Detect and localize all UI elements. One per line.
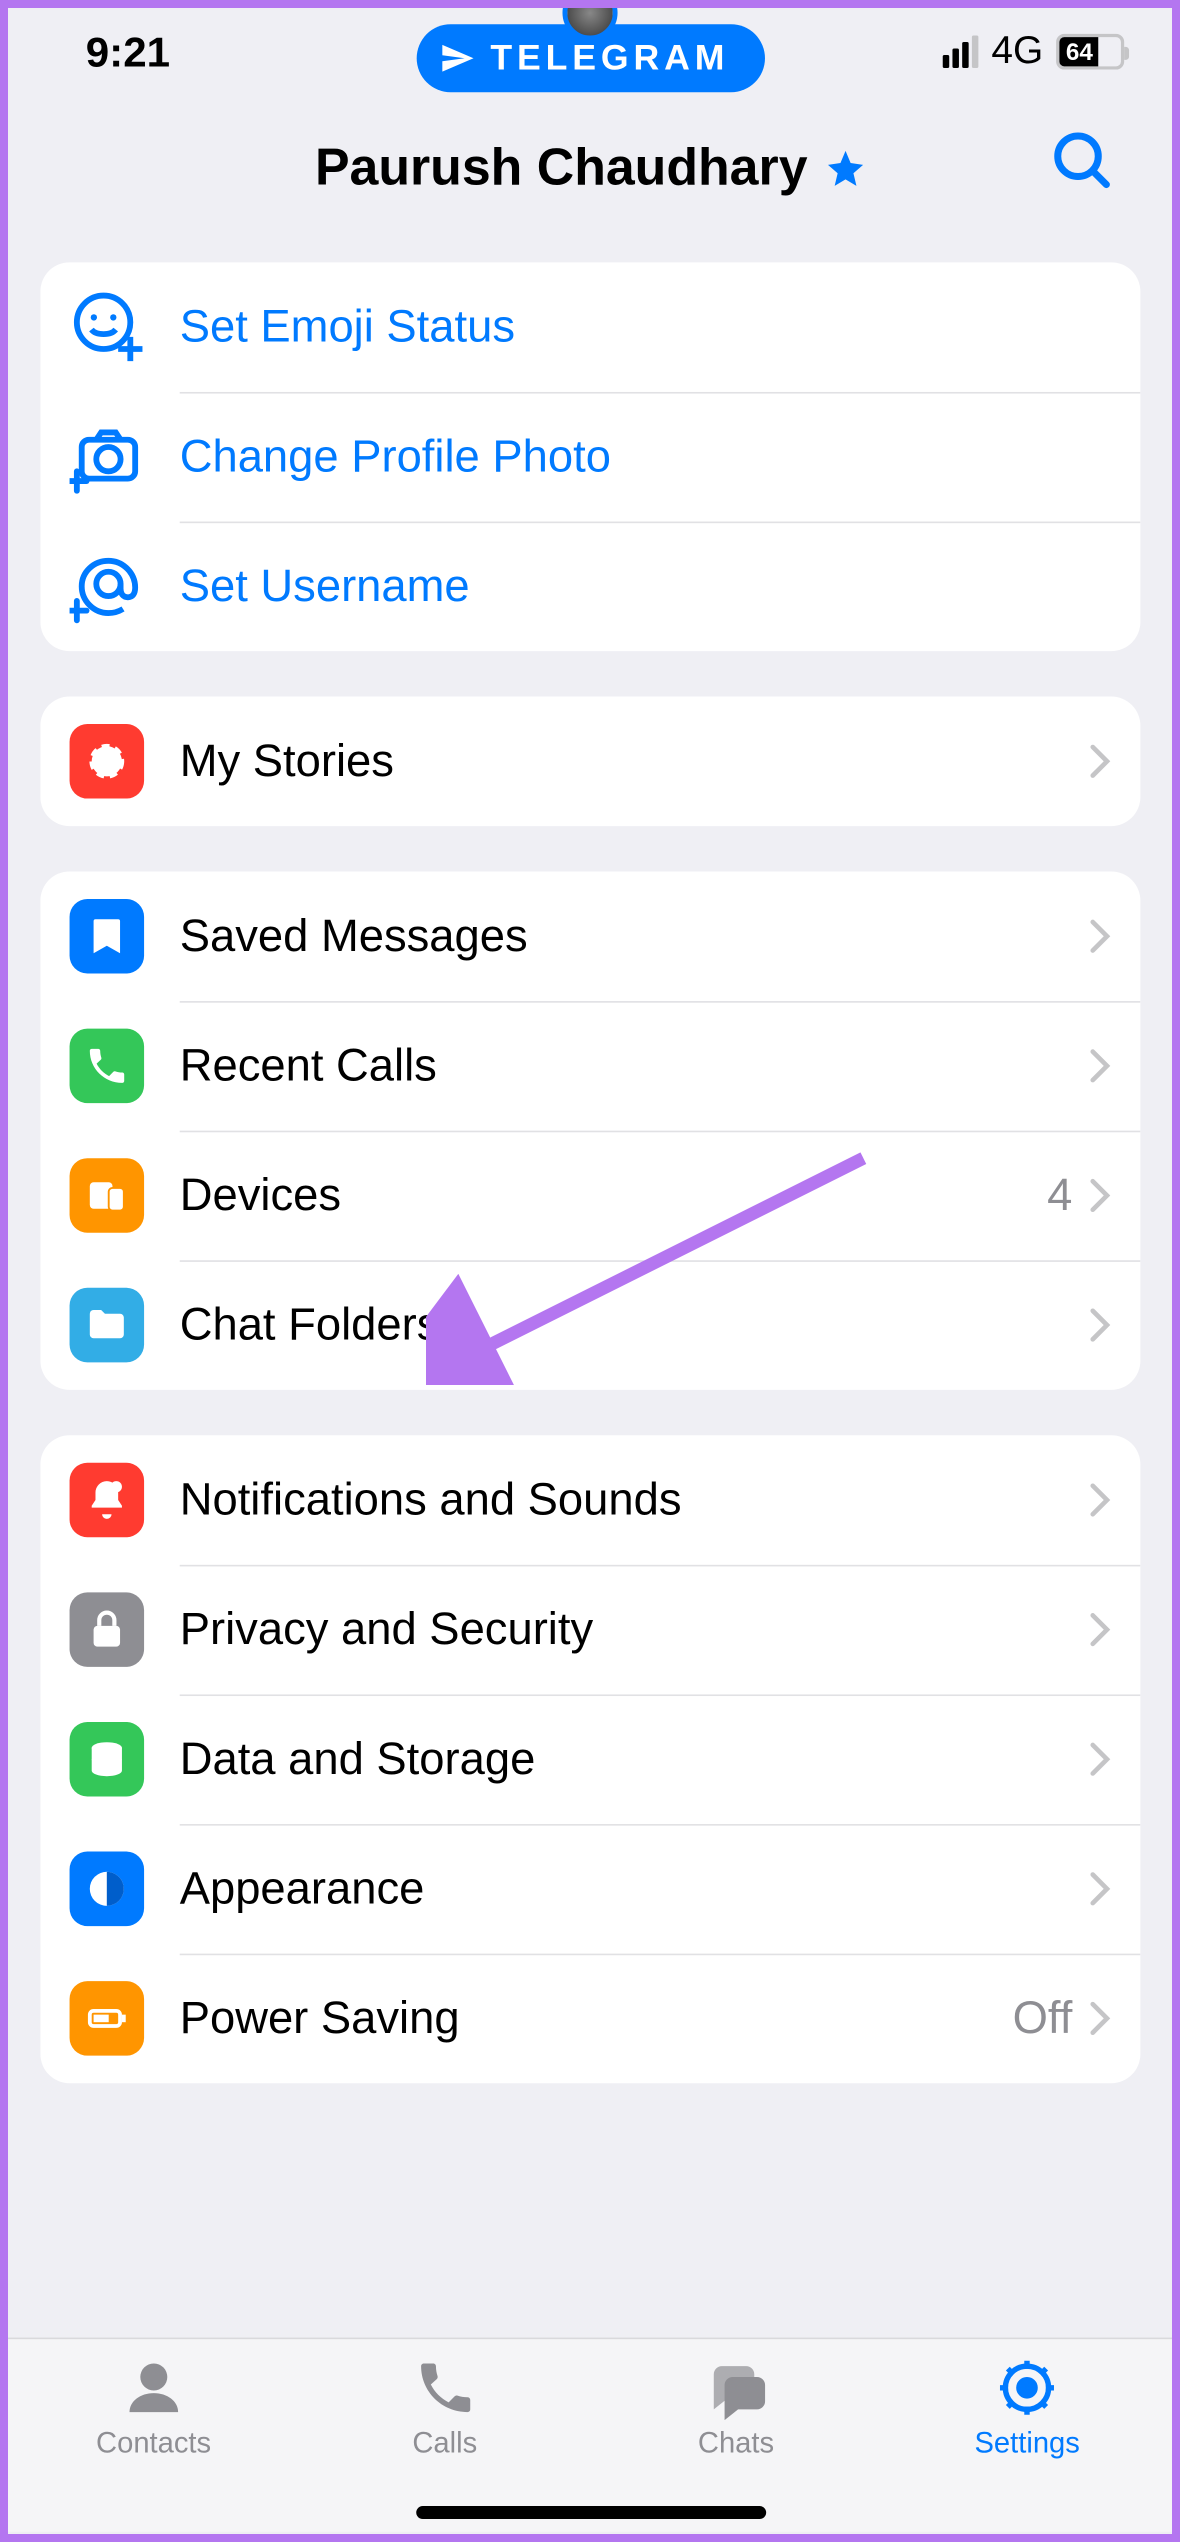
dynamic-island-pill[interactable]: TELEGRAM [416,24,765,92]
bookmark-icon [70,899,145,974]
stories-icon [70,724,145,799]
tab-label: Calls [412,2427,477,2461]
status-time: 9:21 [86,27,170,77]
gear-icon [992,2355,1063,2420]
devices-icon [70,1158,145,1233]
section-stories: My Stories [40,697,1140,827]
bell-icon [70,1463,145,1538]
phone-icon [70,1029,145,1104]
send-icon [439,40,475,76]
chevron-right-icon [1089,1178,1112,1214]
row-appearance[interactable]: Appearance [40,1824,1140,1954]
chevron-right-icon [1089,1612,1112,1648]
row-label: Privacy and Security [180,1604,1089,1656]
row-label: Set Emoji Status [180,301,1112,353]
at-icon [70,547,148,625]
chats-icon [700,2355,771,2420]
row-label: Set Username [180,560,1112,612]
contacts-icon [118,2355,189,2420]
chevron-right-icon [1089,1741,1112,1777]
row-label: Recent Calls [180,1040,1089,1092]
tab-contacts[interactable]: Contacts [8,2355,299,2532]
row-saved-messages[interactable]: Saved Messages [40,871,1140,1001]
lock-icon [70,1592,145,1667]
row-devices[interactable]: Devices 4 [40,1131,1140,1261]
row-change-profile-photo[interactable]: Change Profile Photo [40,392,1140,522]
battery-saving-icon [70,1981,145,2056]
pill-label: TELEGRAM [490,37,729,79]
row-recent-calls[interactable]: Recent Calls [40,1001,1140,1131]
row-label: Saved Messages [180,910,1089,962]
row-label: Appearance [180,1863,1089,1915]
chevron-right-icon [1089,743,1112,779]
row-label: Devices [180,1170,1047,1222]
chevron-right-icon [1089,918,1112,954]
tab-label: Settings [974,2427,1079,2461]
camera-icon [70,418,148,496]
page-title: Paurush Chaudhary [315,138,808,198]
row-privacy[interactable]: Privacy and Security [40,1565,1140,1695]
row-label: Power Saving [180,1993,1013,2045]
home-indicator[interactable] [415,2506,765,2519]
row-set-emoji-status[interactable]: Set Emoji Status [40,262,1140,392]
section-settings: Notifications and Sounds Privacy and Sec… [40,1435,1140,2083]
tab-bar: Contacts Calls Chats Settings [8,2338,1172,2532]
page-header: Paurush Chaudhary [8,95,1172,262]
row-label: Data and Storage [180,1733,1089,1785]
battery-icon: 64 [1056,34,1124,70]
folder-icon [70,1288,145,1363]
chevron-right-icon [1089,1482,1112,1518]
emoji-status-icon [70,288,148,366]
chevron-right-icon [1089,1307,1112,1343]
cellular-signal-icon [943,36,979,68]
tab-label: Chats [698,2427,774,2461]
row-label: Change Profile Photo [180,431,1112,483]
row-label: Notifications and Sounds [180,1474,1089,1526]
database-icon [70,1722,145,1797]
section-chats: Saved Messages Recent Calls Devices 4 [40,871,1140,1389]
row-label: Chat Folders [180,1299,1089,1351]
row-value: Off [1013,1993,1073,2045]
row-chat-folders[interactable]: Chat Folders [40,1260,1140,1390]
chevron-right-icon [1089,2001,1112,2037]
network-label: 4G [991,29,1043,74]
appearance-icon [70,1852,145,1927]
phone-icon [409,2355,480,2420]
search-button[interactable] [1050,128,1115,193]
chevron-right-icon [1089,1871,1112,1907]
search-icon [1050,128,1115,193]
section-profile-actions: Set Emoji Status Change Profile Photo Se… [40,262,1140,651]
premium-star-icon [824,147,866,189]
chevron-right-icon [1089,1048,1112,1084]
row-data-storage[interactable]: Data and Storage [40,1694,1140,1824]
tab-label: Contacts [96,2427,211,2461]
battery-pct: 64 [1066,38,1093,66]
row-notifications[interactable]: Notifications and Sounds [40,1435,1140,1565]
tab-settings[interactable]: Settings [882,2355,1172,2532]
row-value: 4 [1047,1170,1072,1222]
row-label: My Stories [180,735,1089,787]
row-set-username[interactable]: Set Username [40,522,1140,652]
pill-avatar-icon [563,8,618,40]
row-my-stories[interactable]: My Stories [40,697,1140,827]
row-power-saving[interactable]: Power Saving Off [40,1954,1140,2084]
